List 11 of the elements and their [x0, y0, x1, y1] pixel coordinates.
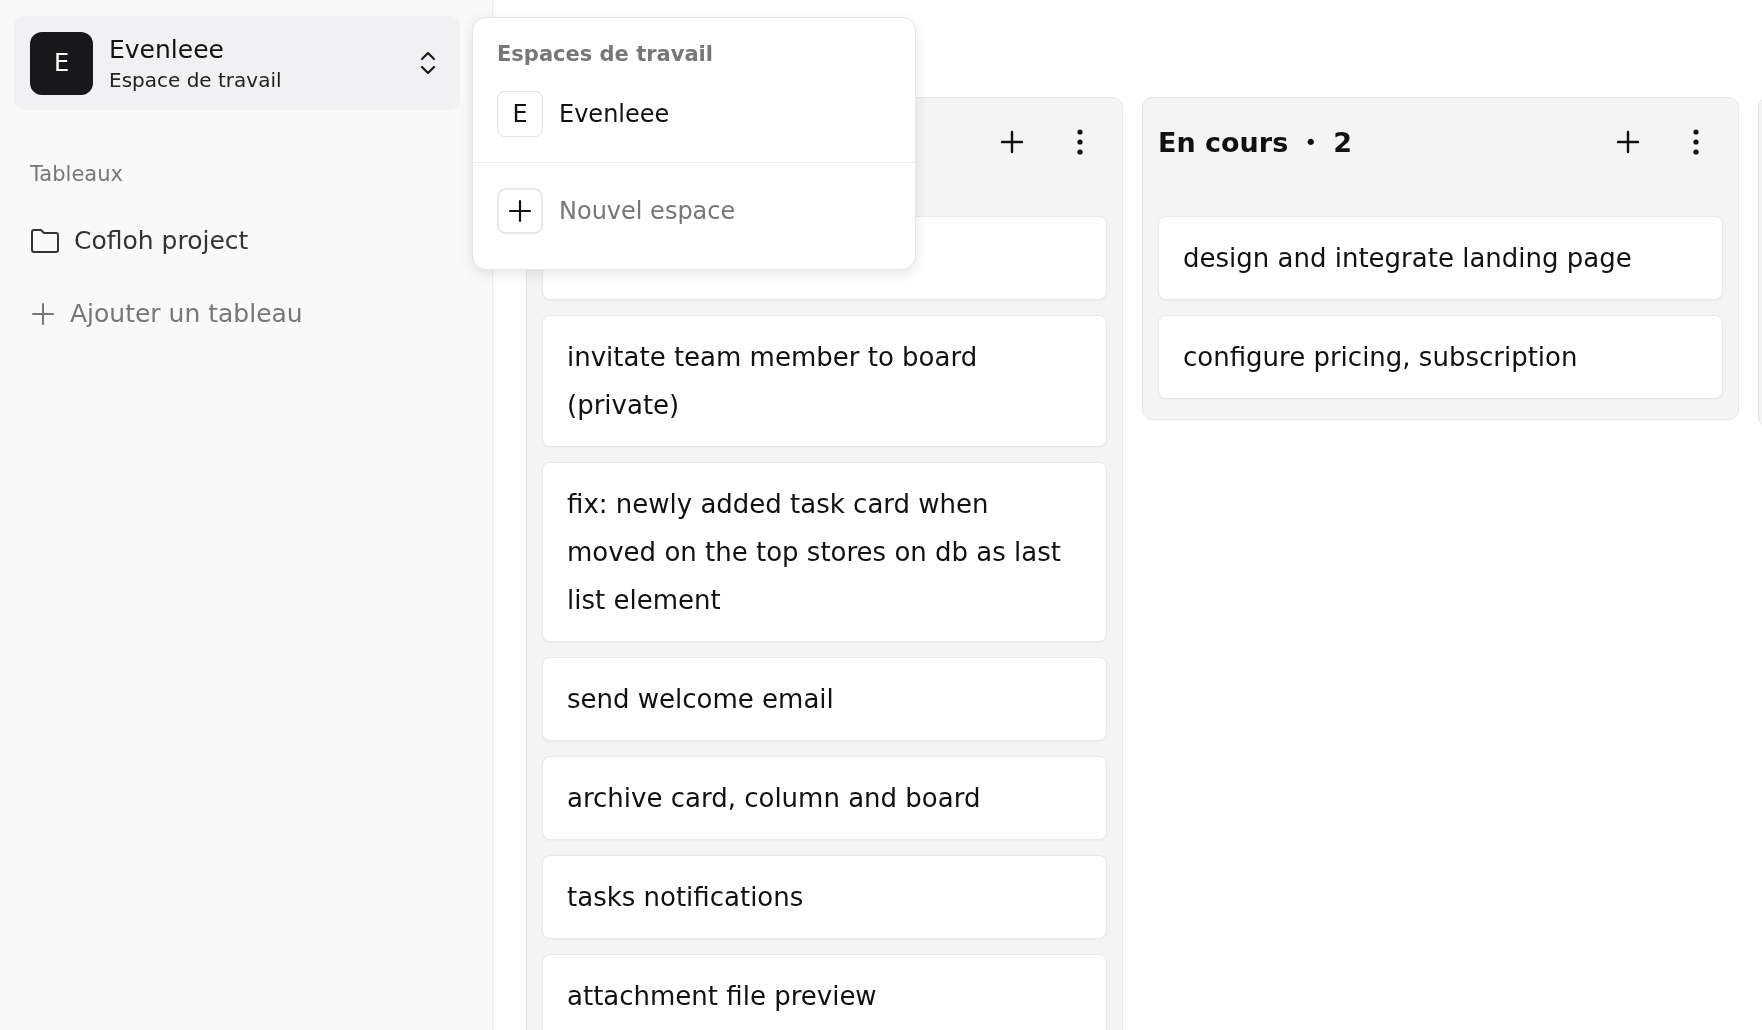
section-label: Tableaux: [30, 162, 124, 186]
workspace-name: Evenleee: [109, 34, 225, 64]
workspace-avatar: E: [497, 91, 543, 137]
column-title: En cours: [1158, 126, 1289, 158]
column-separator: •: [1304, 129, 1318, 155]
workspace-avatar: E: [30, 31, 93, 95]
workspace-name: Evenleee: [559, 100, 670, 128]
column-count: 2: [1333, 126, 1352, 158]
new-workspace-label: Nouvel espace: [559, 197, 736, 225]
menu-heading: Espaces de travail: [497, 42, 714, 66]
workspace-subtitle: Espace de travail: [109, 67, 283, 92]
